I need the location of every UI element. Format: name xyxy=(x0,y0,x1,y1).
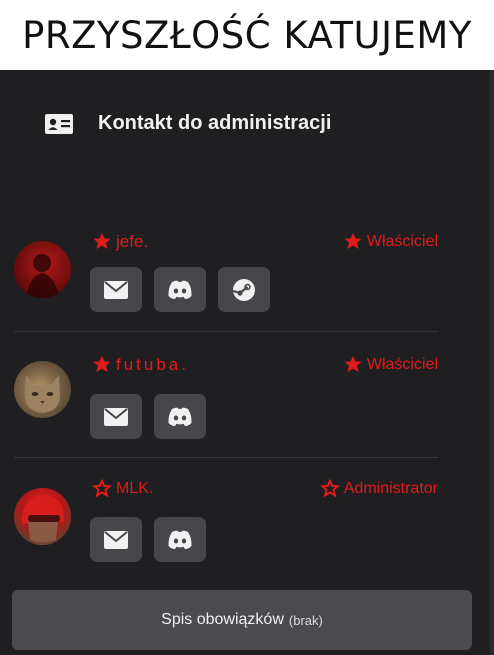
admin-card-futuba: futuba. Właściciel xyxy=(14,333,438,458)
page-title: PRZYSZŁOŚĆ KATUJEMY xyxy=(22,13,472,57)
duties-list-button[interactable]: Spis obowiązków (brak) xyxy=(12,590,472,650)
star-badge-icon xyxy=(344,233,362,249)
member-role: Administrator xyxy=(343,480,438,497)
duties-note: (brak) xyxy=(288,612,323,628)
mail-button[interactable] xyxy=(90,517,142,562)
contact-buttons xyxy=(90,517,206,562)
discord-button[interactable] xyxy=(154,267,206,312)
discord-icon xyxy=(168,530,192,549)
admin-card-mlk: MLK. Administrator xyxy=(14,459,438,584)
star-badge-icon xyxy=(344,356,362,372)
star-badge-icon xyxy=(93,233,111,249)
contact-buttons xyxy=(90,267,270,312)
member-role-row: Właściciel xyxy=(343,355,438,375)
avatar xyxy=(14,241,71,298)
header-bar: PRZYSZŁOŚĆ KATUJEMY xyxy=(0,0,494,70)
section-title: Kontakt do administracji xyxy=(98,112,332,134)
discord-icon xyxy=(168,280,192,299)
section-header: Kontakt do administracji xyxy=(44,112,331,135)
mail-button[interactable] xyxy=(90,267,142,312)
steam-button[interactable] xyxy=(218,267,270,312)
member-role: Właściciel xyxy=(366,356,438,373)
member-role-row: Właściciel xyxy=(343,232,438,252)
mail-icon xyxy=(104,530,128,549)
steam-icon xyxy=(232,278,255,301)
member-name-row: jefe. xyxy=(92,232,148,252)
contact-card-icon xyxy=(44,113,74,135)
divider xyxy=(14,331,438,332)
member-role: Właściciel xyxy=(366,233,438,250)
member-name: MLK. xyxy=(116,480,154,497)
discord-button[interactable] xyxy=(154,394,206,439)
contact-buttons xyxy=(90,394,206,439)
star-badge-icon xyxy=(93,356,111,372)
member-name: futuba. xyxy=(116,355,189,374)
avatar xyxy=(14,361,71,418)
duties-label: Spis obowiązków xyxy=(161,611,284,628)
discord-icon xyxy=(168,407,192,426)
mail-button[interactable] xyxy=(90,394,142,439)
divider xyxy=(14,457,438,458)
member-role-row: Administrator xyxy=(319,479,438,499)
mail-icon xyxy=(104,280,128,299)
mail-icon xyxy=(104,407,128,426)
member-name-row: MLK. xyxy=(92,479,153,499)
scrollbar-track[interactable] xyxy=(490,70,494,655)
discord-button[interactable] xyxy=(154,517,206,562)
member-name-row: futuba. xyxy=(92,355,189,375)
member-name: jefe. xyxy=(116,232,149,251)
avatar xyxy=(14,488,71,545)
star-outline-badge-icon xyxy=(319,479,340,498)
star-outline-badge-icon xyxy=(92,479,112,498)
admin-card-jefe: jefe. Właściciel xyxy=(14,212,438,337)
